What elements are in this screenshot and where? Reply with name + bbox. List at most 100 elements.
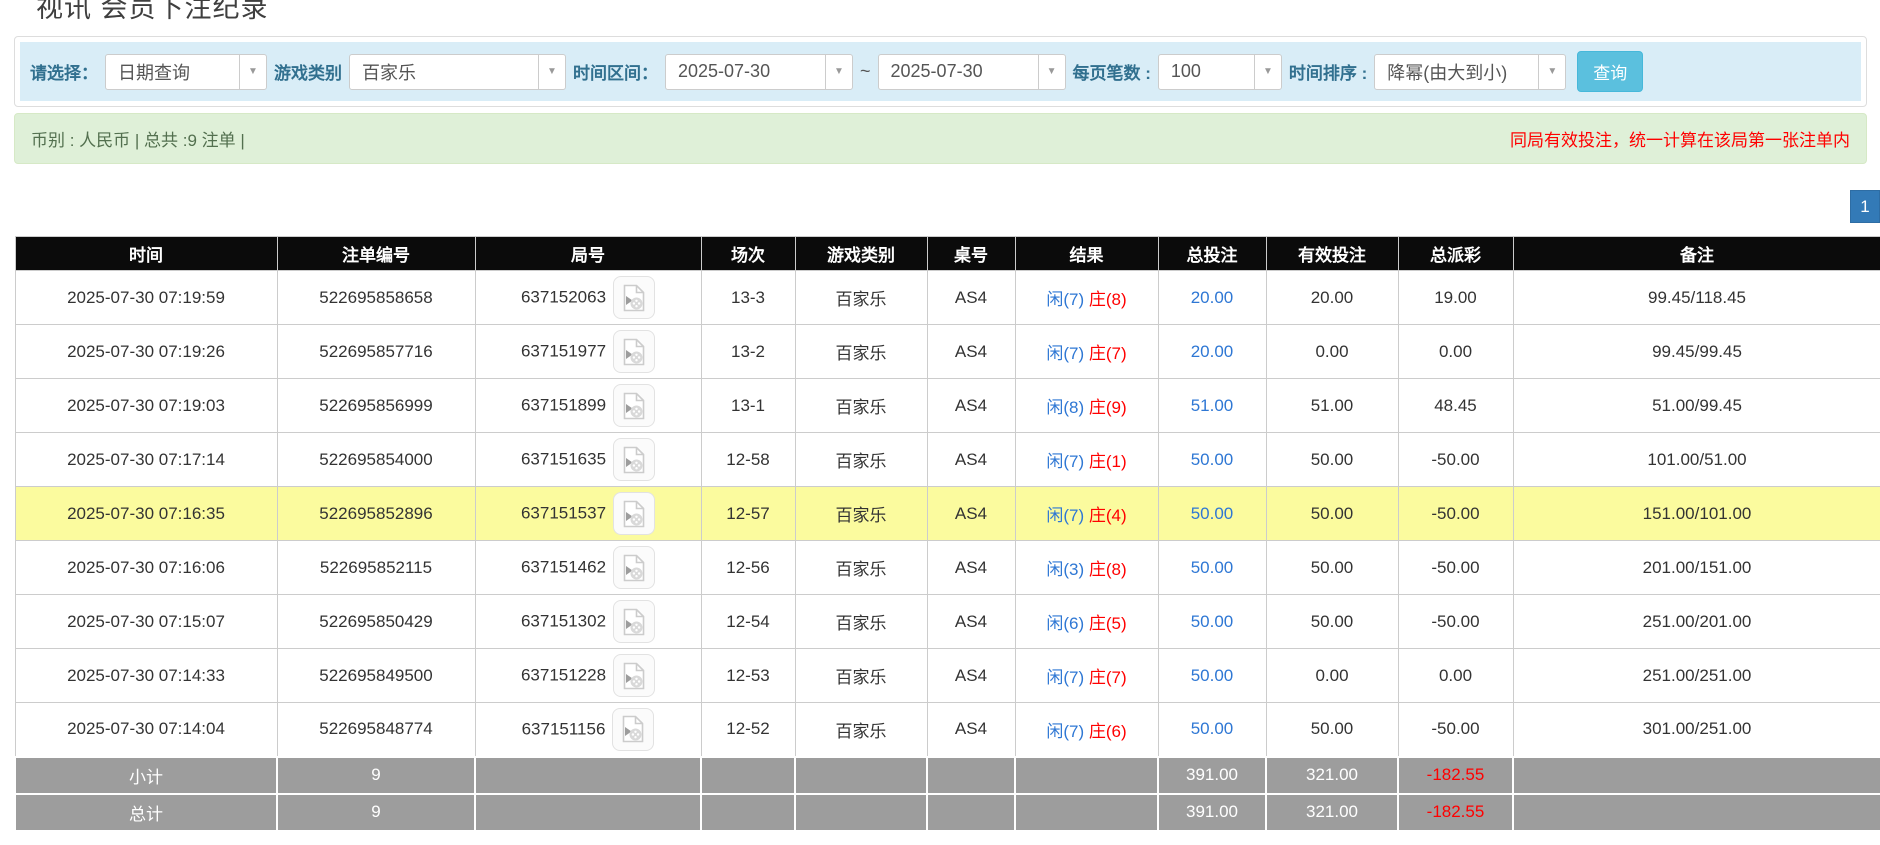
round-number: 637151302 — [520, 611, 607, 631]
date-to-select[interactable]: 2025-07-30 ▼ — [877, 53, 1066, 90]
footer-empty-cell — [1512, 792, 1880, 832]
cell-note: 99.45/99.45 — [1512, 324, 1880, 379]
replay-button[interactable] — [613, 546, 656, 589]
total-bet-link[interactable]: 51.00 — [1191, 396, 1234, 415]
table-header-row: 时间 注单编号 局号 场次 游戏类别 桌号 结果 总投注 有效投注 总派彩 备注 — [14, 236, 1880, 271]
cell-total-bet[interactable]: 50.00 — [1157, 648, 1267, 703]
table-row: 2025-07-30 07:14:33 522695849500 637151228… — [14, 648, 1880, 703]
table-row: 2025-07-30 07:15:07 522695850429 637151302… — [14, 594, 1880, 649]
table-body: 2025-07-30 07:19:59 522695858658 637152063… — [14, 270, 1880, 832]
table-row: 2025-07-30 07:14:04 522695848774 637151156… — [14, 702, 1880, 757]
column-header: 场次 — [700, 236, 796, 271]
cell-total-bet[interactable]: 50.00 — [1157, 702, 1267, 757]
round-number: 637151156 — [521, 719, 606, 739]
cell-table-no: AS4 — [926, 270, 1016, 325]
round-number: 637151228 — [520, 665, 607, 685]
query-type-select[interactable]: 日期查询 ▼ — [105, 53, 267, 90]
filter-bar: 请选择： 日期查询 ▼ 游戏类别 百家乐 ▼ 时间区间： 2025-07-30 … — [20, 42, 1861, 101]
footer-label: 小计 — [14, 755, 278, 795]
total-bet-link[interactable]: 50.00 — [1191, 558, 1234, 577]
cell-payout: 48.45 — [1397, 378, 1514, 433]
total-bet-link[interactable]: 50.00 — [1191, 666, 1234, 685]
footer-empty-cell — [700, 755, 796, 795]
replay-button[interactable] — [613, 330, 656, 373]
total-bet-link[interactable]: 50.00 — [1191, 719, 1234, 738]
replay-button[interactable] — [613, 384, 656, 427]
round-number: 637151977 — [520, 341, 607, 361]
cell-game-type: 百家乐 — [794, 432, 928, 487]
search-button[interactable]: 查询 — [1577, 51, 1644, 92]
time-sort-select[interactable]: 降幂(由大到小) ▼ — [1374, 53, 1567, 90]
replay-button[interactable] — [613, 654, 656, 697]
game-type-label: 游戏类别 — [274, 64, 342, 83]
cell-valid-bet: 50.00 — [1265, 702, 1399, 757]
cell-result: 闲(7) 庄(4) — [1014, 486, 1159, 541]
video-file-icon — [623, 338, 645, 365]
footer-empty-cell — [1014, 792, 1159, 832]
total-bet-link[interactable]: 50.00 — [1191, 612, 1234, 631]
cell-bet-id: 522695852896 — [276, 486, 476, 541]
total-bet-link[interactable]: 20.00 — [1191, 288, 1234, 307]
game-type-select[interactable]: 百家乐 ▼ — [349, 53, 566, 90]
pagination-page-1[interactable]: 1 — [1850, 190, 1880, 223]
chevron-down-icon[interactable]: ▼ — [1037, 54, 1065, 89]
cell-time: 2025-07-30 07:19:03 — [14, 378, 278, 433]
cell-valid-bet: 0.00 — [1265, 324, 1399, 379]
replay-button[interactable] — [613, 600, 656, 643]
cell-payout: -50.00 — [1397, 540, 1514, 595]
cell-valid-bet: 20.00 — [1265, 270, 1399, 325]
table-row: 2025-07-30 07:19:26 522695857716 637151977… — [14, 324, 1880, 379]
bet-table: 时间 注单编号 局号 场次 游戏类别 桌号 结果 总投注 有效投注 总派彩 备注 2025-07-3… — [14, 236, 1880, 832]
replay-button[interactable] — [613, 276, 656, 319]
chevron-down-icon[interactable]: ▼ — [825, 54, 852, 89]
column-header: 局号 — [474, 236, 702, 271]
replay-button[interactable] — [612, 707, 655, 751]
result-banker: 庄(7) — [1088, 344, 1127, 363]
cell-total-bet[interactable]: 50.00 — [1157, 486, 1267, 541]
cell-total-bet[interactable]: 50.00 — [1157, 594, 1267, 649]
replay-button[interactable] — [613, 438, 656, 481]
cell-bet-id: 522695856999 — [276, 378, 476, 433]
result-banker: 庄(5) — [1088, 614, 1127, 633]
result-banker: 庄(8) — [1088, 560, 1127, 579]
cell-table-no: AS4 — [926, 648, 1016, 703]
cell-time: 2025-07-30 07:14:33 — [14, 648, 278, 703]
cell-result: 闲(7) 庄(6) — [1014, 702, 1159, 757]
video-file-icon — [623, 500, 645, 527]
cell-valid-bet: 50.00 — [1265, 540, 1399, 595]
table-footer-row: 总计 9 391.00 321.00 -182.55 — [14, 792, 1880, 832]
footer-empty-cell — [926, 755, 1016, 795]
footer-total-bet: 391.00 — [1157, 755, 1267, 795]
chevron-down-icon[interactable]: ▼ — [538, 54, 565, 89]
cell-total-bet[interactable]: 51.00 — [1157, 378, 1267, 433]
chevron-down-icon[interactable]: ▼ — [1253, 54, 1281, 89]
chevron-down-icon[interactable]: ▼ — [1538, 54, 1565, 89]
total-bet-link[interactable]: 50.00 — [1191, 450, 1234, 469]
date-from-select[interactable]: 2025-07-30 ▼ — [665, 53, 853, 90]
cell-round: 637151635 — [474, 432, 702, 487]
round-number: 637152063 — [520, 287, 607, 307]
cell-total-bet[interactable]: 50.00 — [1157, 432, 1267, 487]
result-player: 闲(7) — [1046, 506, 1085, 525]
total-bet-link[interactable]: 50.00 — [1191, 504, 1234, 523]
cell-payout: 0.00 — [1397, 648, 1514, 703]
cell-total-bet[interactable]: 20.00 — [1157, 324, 1267, 379]
cell-total-bet[interactable]: 50.00 — [1157, 540, 1267, 595]
cell-total-bet[interactable]: 20.00 — [1157, 270, 1267, 325]
cell-game-type: 百家乐 — [794, 594, 928, 649]
cell-session: 12-56 — [700, 540, 796, 595]
page-size-select[interactable]: 100 ▼ — [1157, 53, 1282, 90]
cell-time: 2025-07-30 07:19:59 — [14, 270, 278, 325]
replay-button[interactable] — [613, 492, 656, 535]
page-size-label: 每页笔数 : — [1072, 64, 1151, 83]
cell-table-no: AS4 — [926, 540, 1016, 595]
cell-valid-bet: 0.00 — [1265, 648, 1399, 703]
chevron-down-icon[interactable]: ▼ — [239, 54, 266, 89]
cell-game-type: 百家乐 — [794, 270, 928, 325]
date-from-value: 2025-07-30 — [678, 61, 771, 81]
range-separator: ~ — [860, 61, 871, 81]
footer-empty-cell — [1512, 755, 1880, 795]
total-bet-link[interactable]: 20.00 — [1191, 342, 1234, 361]
column-header: 有效投注 — [1265, 236, 1399, 271]
result-player: 闲(3) — [1046, 560, 1085, 579]
